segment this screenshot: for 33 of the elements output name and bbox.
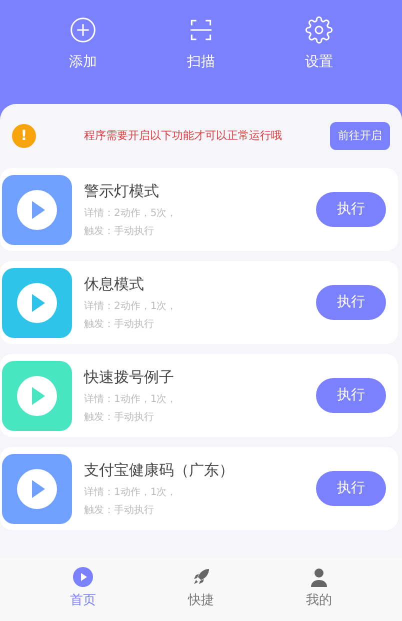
plus-circle-icon bbox=[69, 16, 97, 44]
task-title: 警示灯模式 bbox=[84, 181, 160, 202]
run-button[interactable]: 执行 bbox=[316, 471, 386, 506]
toolbar-button[interactable]: 添加 bbox=[43, 16, 123, 80]
toolbar-button[interactable]: 扫描 bbox=[161, 16, 241, 80]
task-details: 详情：2动作，1次， bbox=[84, 300, 178, 314]
play-circle-icon bbox=[73, 567, 93, 588]
task-details: 详情：2动作，5次， bbox=[84, 206, 178, 221]
enable-button[interactable]: 前往开启 bbox=[330, 122, 390, 150]
run-button[interactable]: 执行 bbox=[316, 285, 386, 320]
notice-text: 程序需要开启以下功能才可以正常运行哦 bbox=[83, 128, 283, 144]
task-title: 快速拨号例子 bbox=[84, 367, 175, 388]
task-details: 详情：1动作，1次， bbox=[84, 486, 178, 500]
play-icon bbox=[17, 282, 57, 322]
task-trigger: 触发：手动执行 bbox=[84, 410, 155, 425]
run-button[interactable]: 执行 bbox=[316, 192, 386, 227]
task-title: 支付宝健康码（广东） bbox=[84, 460, 235, 482]
task-details: 详情：1动作，1次， bbox=[84, 392, 178, 407]
tab[interactable]: 首页 bbox=[51, 567, 115, 611]
settings-icon bbox=[305, 16, 333, 44]
play-icon bbox=[17, 468, 57, 508]
toolbar-button[interactable]: 设置 bbox=[279, 16, 359, 80]
task-trigger: 触发：手动执行 bbox=[84, 318, 155, 332]
tab[interactable]: 快捷 bbox=[169, 567, 233, 611]
person-icon bbox=[309, 567, 329, 588]
play-icon bbox=[17, 376, 57, 416]
task-trigger: 触发：手动执行 bbox=[84, 504, 155, 518]
tab[interactable]: 我的 bbox=[287, 567, 351, 611]
task-trigger: 触发：手动执行 bbox=[84, 224, 155, 239]
warning-icon: ! bbox=[12, 124, 36, 148]
play-icon bbox=[17, 190, 57, 230]
run-button[interactable]: 执行 bbox=[316, 378, 386, 413]
task-title: 休息模式 bbox=[84, 274, 145, 296]
